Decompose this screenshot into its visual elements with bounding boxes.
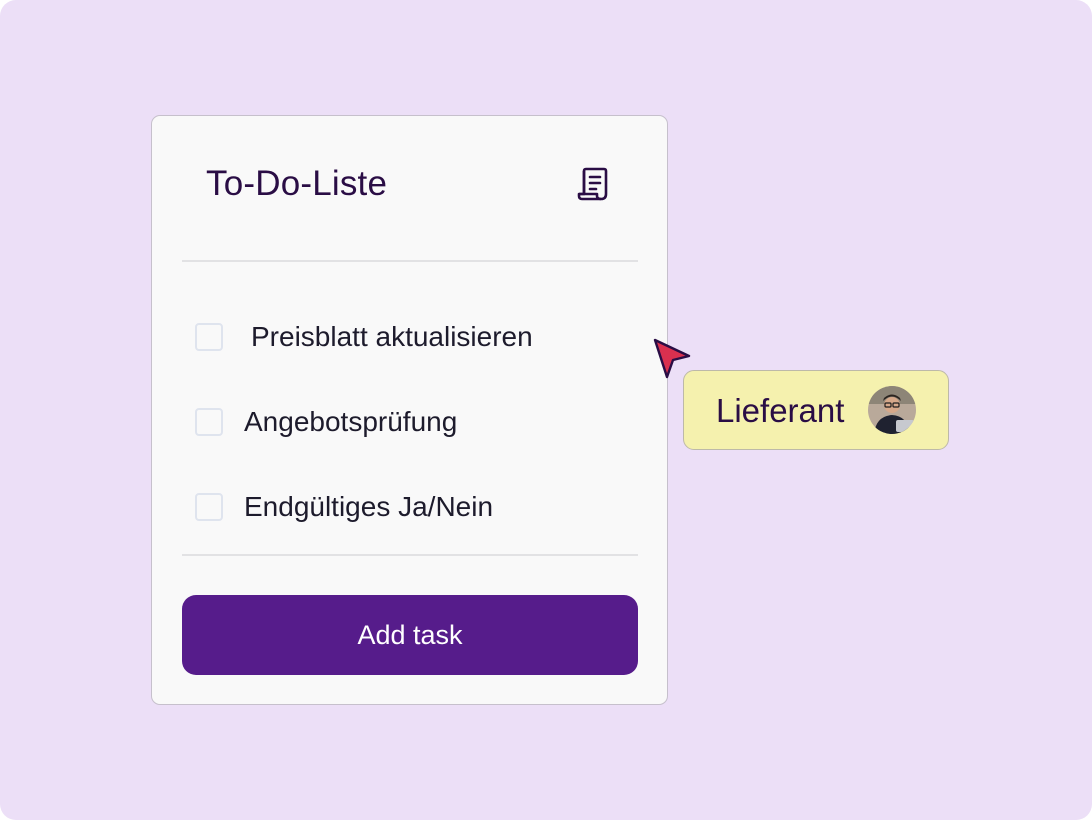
user-avatar xyxy=(868,386,916,434)
task-label: Angebotsprüfung xyxy=(244,406,458,437)
collaborator-tag: Lieferant xyxy=(683,370,949,450)
task-checkbox[interactable] xyxy=(195,323,223,351)
task-item[interactable]: Preisblatt aktualisieren xyxy=(195,320,533,354)
task-item[interactable]: Endgültiges Ja/Nein xyxy=(195,490,493,524)
task-checkbox[interactable] xyxy=(195,493,223,521)
add-task-button[interactable]: Add task xyxy=(182,595,638,675)
task-checkbox[interactable] xyxy=(195,408,223,436)
task-item[interactable]: Angebotsprüfung xyxy=(195,405,457,439)
header-divider xyxy=(182,260,638,262)
document-scroll-icon xyxy=(577,167,608,201)
collaborator-name: Lieferant xyxy=(716,392,845,429)
todo-card: To-Do-Liste Preisblatt aktualisieren Ang… xyxy=(151,115,668,705)
canvas-background: To-Do-Liste Preisblatt aktualisieren Ang… xyxy=(0,0,1092,820)
task-label: Preisblatt aktualisieren xyxy=(251,321,533,352)
todo-title: To-Do-Liste xyxy=(206,164,388,203)
task-label: Endgültiges Ja/Nein xyxy=(244,491,494,522)
footer-divider xyxy=(182,554,638,556)
